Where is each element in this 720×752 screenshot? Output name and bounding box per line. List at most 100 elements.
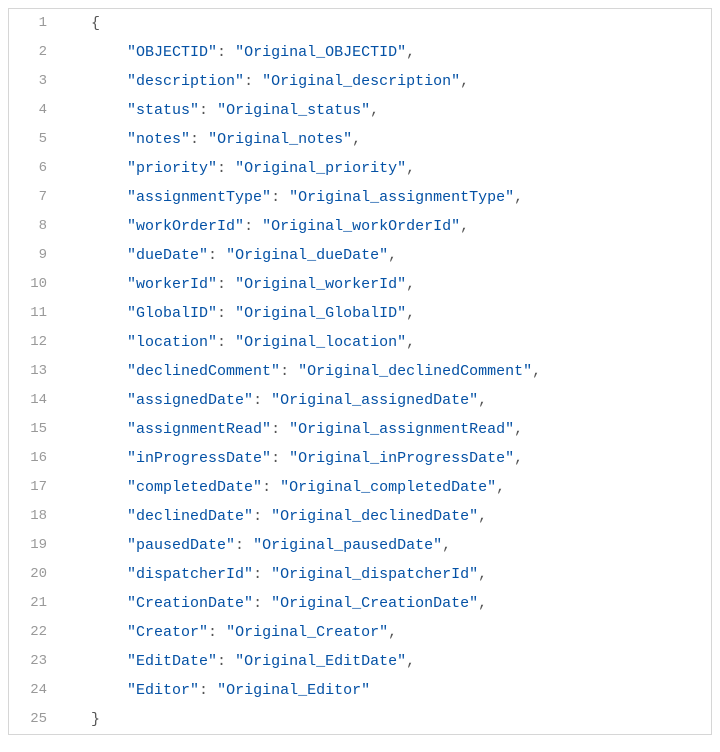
- code-line: 11"GlobalID": "Original_GlobalID",: [9, 299, 711, 328]
- line-number: 8: [9, 212, 61, 241]
- json-key: Creator: [136, 624, 199, 641]
- code-line: 24"Editor": "Original_Editor": [9, 676, 711, 705]
- line-number: 1: [9, 9, 61, 38]
- line-number: 9: [9, 241, 61, 270]
- json-value: Original_notes: [217, 131, 343, 148]
- json-value: Original_declinedDate: [280, 508, 469, 525]
- json-key: declinedComment: [136, 363, 271, 380]
- code-content: "declinedComment": "Original_declinedCom…: [61, 357, 711, 386]
- json-key: notes: [136, 131, 181, 148]
- json-value: Original_status: [226, 102, 361, 119]
- json-key: pausedDate: [136, 537, 226, 554]
- json-value: Original_location: [244, 334, 397, 351]
- code-line: 12"location": "Original_location",: [9, 328, 711, 357]
- line-number: 2: [9, 38, 61, 67]
- code-line: 17"completedDate": "Original_completedDa…: [9, 473, 711, 502]
- code-content: "dueDate": "Original_dueDate",: [61, 241, 711, 270]
- json-value: Original_description: [271, 73, 451, 90]
- code-line: 25}: [9, 705, 711, 734]
- json-key: inProgressDate: [136, 450, 262, 467]
- code-content: "OBJECTID": "Original_OBJECTID",: [61, 38, 711, 67]
- code-line: 22"Creator": "Original_Creator",: [9, 618, 711, 647]
- line-number: 25: [9, 705, 61, 734]
- line-number: 20: [9, 560, 61, 589]
- line-number: 18: [9, 502, 61, 531]
- code-content: "CreationDate": "Original_CreationDate",: [61, 589, 711, 618]
- code-line: 8"workOrderId": "Original_workOrderId",: [9, 212, 711, 241]
- code-content: "completedDate": "Original_completedDate…: [61, 473, 711, 502]
- json-key: assignedDate: [136, 392, 244, 409]
- line-number: 5: [9, 125, 61, 154]
- json-value: Original_workOrderId: [271, 218, 451, 235]
- code-content: "notes": "Original_notes",: [61, 125, 711, 154]
- code-line: 1{: [9, 9, 711, 38]
- code-content: "declinedDate": "Original_declinedDate",: [61, 502, 711, 531]
- code-content: "pausedDate": "Original_pausedDate",: [61, 531, 711, 560]
- json-value: Original_CreationDate: [280, 595, 469, 612]
- code-line: 21"CreationDate": "Original_CreationDate…: [9, 589, 711, 618]
- json-key: priority: [136, 160, 208, 177]
- line-number: 10: [9, 270, 61, 299]
- code-content: "workOrderId": "Original_workOrderId",: [61, 212, 711, 241]
- json-key: CreationDate: [136, 595, 244, 612]
- line-number: 4: [9, 96, 61, 125]
- json-key: workerId: [136, 276, 208, 293]
- line-number: 23: [9, 647, 61, 676]
- line-number: 19: [9, 531, 61, 560]
- code-content: "GlobalID": "Original_GlobalID",: [61, 299, 711, 328]
- code-content: "inProgressDate": "Original_inProgressDa…: [61, 444, 711, 473]
- code-line: 20"dispatcherId": "Original_dispatcherId…: [9, 560, 711, 589]
- code-line: 3"description": "Original_description",: [9, 67, 711, 96]
- json-key: dueDate: [136, 247, 199, 264]
- code-content: {: [61, 9, 711, 38]
- json-value: Original_assignmentType: [298, 189, 505, 206]
- json-key: EditDate: [136, 653, 208, 670]
- json-key: Editor: [136, 682, 190, 699]
- code-line: 18"declinedDate": "Original_declinedDate…: [9, 502, 711, 531]
- line-number: 15: [9, 415, 61, 444]
- json-key: description: [136, 73, 235, 90]
- line-number: 3: [9, 67, 61, 96]
- json-value: Original_declinedComment: [307, 363, 523, 380]
- json-key: completedDate: [136, 479, 253, 496]
- json-brace: {: [91, 15, 100, 32]
- line-number: 22: [9, 618, 61, 647]
- json-key: workOrderId: [136, 218, 235, 235]
- code-content: "Editor": "Original_Editor": [61, 676, 711, 705]
- json-key: assignmentType: [136, 189, 262, 206]
- code-content: "priority": "Original_priority",: [61, 154, 711, 183]
- line-number: 21: [9, 589, 61, 618]
- json-key: OBJECTID: [136, 44, 208, 61]
- code-line: 16"inProgressDate": "Original_inProgress…: [9, 444, 711, 473]
- json-brace: }: [91, 711, 100, 728]
- code-line: 23"EditDate": "Original_EditDate",: [9, 647, 711, 676]
- line-number: 7: [9, 183, 61, 212]
- code-line: 4"status": "Original_status",: [9, 96, 711, 125]
- json-value: Original_OBJECTID: [244, 44, 397, 61]
- code-line: 13"declinedComment": "Original_declinedC…: [9, 357, 711, 386]
- line-number: 6: [9, 154, 61, 183]
- code-content: "status": "Original_status",: [61, 96, 711, 125]
- code-line: 15"assignmentRead": "Original_assignment…: [9, 415, 711, 444]
- json-key: GlobalID: [136, 305, 208, 322]
- line-number: 12: [9, 328, 61, 357]
- code-line: 7"assignmentType": "Original_assignmentT…: [9, 183, 711, 212]
- json-value: Original_workerId: [244, 276, 397, 293]
- code-line: 10"workerId": "Original_workerId",: [9, 270, 711, 299]
- code-content: "location": "Original_location",: [61, 328, 711, 357]
- code-line: 6"priority": "Original_priority",: [9, 154, 711, 183]
- json-value: Original_assignmentRead: [298, 421, 505, 438]
- code-content: }: [61, 705, 711, 734]
- code-content: "Creator": "Original_Creator",: [61, 618, 711, 647]
- json-key: location: [136, 334, 208, 351]
- line-number: 17: [9, 473, 61, 502]
- json-key: status: [136, 102, 190, 119]
- code-line: 5"notes": "Original_notes",: [9, 125, 711, 154]
- json-value: Original_assignedDate: [280, 392, 469, 409]
- json-value: Original_dispatcherId: [280, 566, 469, 583]
- code-content: "workerId": "Original_workerId",: [61, 270, 711, 299]
- line-number: 13: [9, 357, 61, 386]
- code-content: "description": "Original_description",: [61, 67, 711, 96]
- line-number: 16: [9, 444, 61, 473]
- code-line: 2"OBJECTID": "Original_OBJECTID",: [9, 38, 711, 67]
